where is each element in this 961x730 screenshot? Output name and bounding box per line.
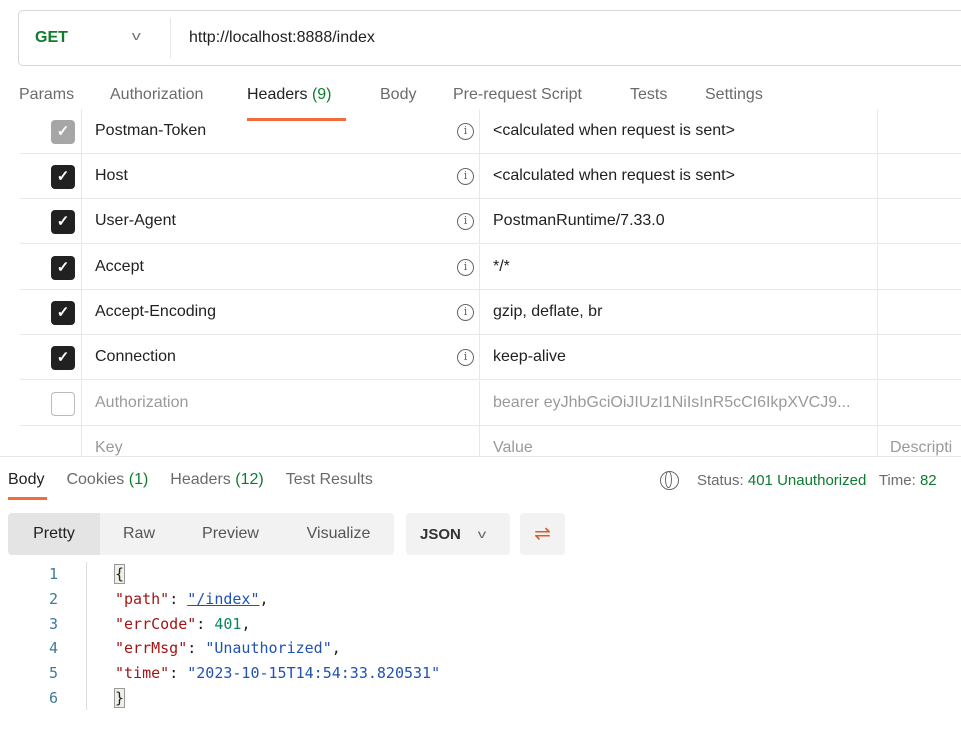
time-value[interactable]: 82	[920, 472, 937, 489]
tab-response-body[interactable]: Body	[8, 471, 48, 500]
code-line: 6}	[0, 685, 440, 711]
view-pretty[interactable]: Pretty	[8, 513, 100, 555]
header-row: Authorization bearer eyJhbGciOiJIUzI1NiI…	[20, 381, 961, 426]
checkbox-checked[interactable]: ✓	[51, 210, 75, 234]
checkbox-checked-disabled[interactable]: ✓	[51, 120, 75, 144]
tab-test-results[interactable]: Test Results	[286, 471, 373, 489]
code-line: 4 "errMsg": "Unauthorized",	[0, 636, 440, 661]
response-pane: Body Cookies (1) Headers (12) Test Resul…	[0, 456, 961, 730]
checkbox-checked[interactable]: ✓	[51, 256, 75, 280]
checkbox-checked[interactable]: ✓	[51, 165, 75, 189]
view-mode-selector: Pretty Raw Preview Visualize	[8, 513, 394, 555]
path-link[interactable]: "/index"	[187, 590, 259, 608]
header-value: <calculated when request is sent>	[480, 109, 878, 153]
header-key: Connection	[95, 348, 176, 365]
info-icon[interactable]: i	[457, 349, 474, 366]
info-icon[interactable]: i	[457, 259, 474, 276]
header-key: Postman-Token	[95, 122, 207, 139]
view-raw[interactable]: Raw	[100, 513, 178, 555]
view-preview[interactable]: Preview	[178, 513, 283, 555]
tab-cookies[interactable]: Cookies (1)	[66, 471, 148, 489]
code-line: 5 "time": "2023-10-15T14:54:33.820531"	[0, 660, 440, 686]
header-key: Accept	[95, 258, 144, 275]
response-tabs: Body Cookies (1) Headers (12) Test Resul…	[8, 471, 395, 500]
header-value: gzip, deflate, br	[480, 290, 878, 334]
status-value[interactable]: 401 Unauthorized	[748, 472, 866, 489]
code-line: 2 "path": "/index",	[0, 586, 440, 612]
header-key: Accept-Encoding	[95, 303, 216, 320]
header-row: ✓ Host i <calculated when request is sent…	[20, 154, 961, 199]
method-label: GET	[35, 29, 68, 46]
response-body-code: 1{ 2 "path": "/index", 3 "errCode": 401,…	[0, 562, 440, 711]
view-visualize[interactable]: Visualize	[283, 513, 394, 555]
code-line: 1{	[0, 562, 440, 587]
info-icon[interactable]: i	[457, 304, 474, 321]
checkbox-checked[interactable]: ✓	[51, 301, 75, 325]
header-key: User-Agent	[95, 212, 176, 229]
checkbox-unchecked[interactable]	[51, 392, 75, 416]
header-row: ✓ User-Agent i PostmanRuntime/7.33.0	[20, 199, 961, 244]
globe-icon[interactable]	[660, 471, 679, 490]
header-key: Host	[95, 167, 128, 184]
header-value: bearer eyJhbGciOiJIUzI1NiIsInR5cCI6IkpXV…	[480, 381, 878, 425]
info-icon[interactable]: i	[457, 123, 474, 140]
header-row: ✓ Accept i */*	[20, 245, 961, 290]
method-select[interactable]: GET v	[19, 18, 171, 58]
header-value: <calculated when request is sent>	[480, 154, 878, 198]
response-status: Status: 401 Unauthorized Time: 82	[660, 471, 937, 490]
chevron-down-icon: v	[131, 28, 141, 43]
info-icon[interactable]: i	[457, 168, 474, 185]
header-row: ✓ Connection i keep-alive	[20, 335, 961, 380]
chevron-down-icon: v	[477, 527, 487, 541]
header-row: ✓ Postman-Token i <calculated when reques…	[20, 109, 961, 154]
header-value: */*	[480, 245, 878, 289]
info-icon[interactable]: i	[457, 213, 474, 230]
header-row: ✓ Accept-Encoding i gzip, deflate, br	[20, 290, 961, 335]
tab-response-headers[interactable]: Headers (12)	[170, 471, 263, 489]
header-value: PostmanRuntime/7.33.0	[480, 199, 878, 243]
header-value: keep-alive	[480, 335, 878, 379]
checkbox-checked[interactable]: ✓	[51, 346, 75, 370]
wrap-lines-icon[interactable]: ⇌	[520, 513, 565, 555]
url-bar: GET v http://localhost:8888/index	[18, 10, 961, 66]
header-key: Authorization	[95, 394, 189, 411]
code-line: 3 "errCode": 401,	[0, 611, 440, 637]
format-select[interactable]: JSON v	[406, 513, 510, 555]
url-input[interactable]: http://localhost:8888/index	[171, 29, 375, 47]
